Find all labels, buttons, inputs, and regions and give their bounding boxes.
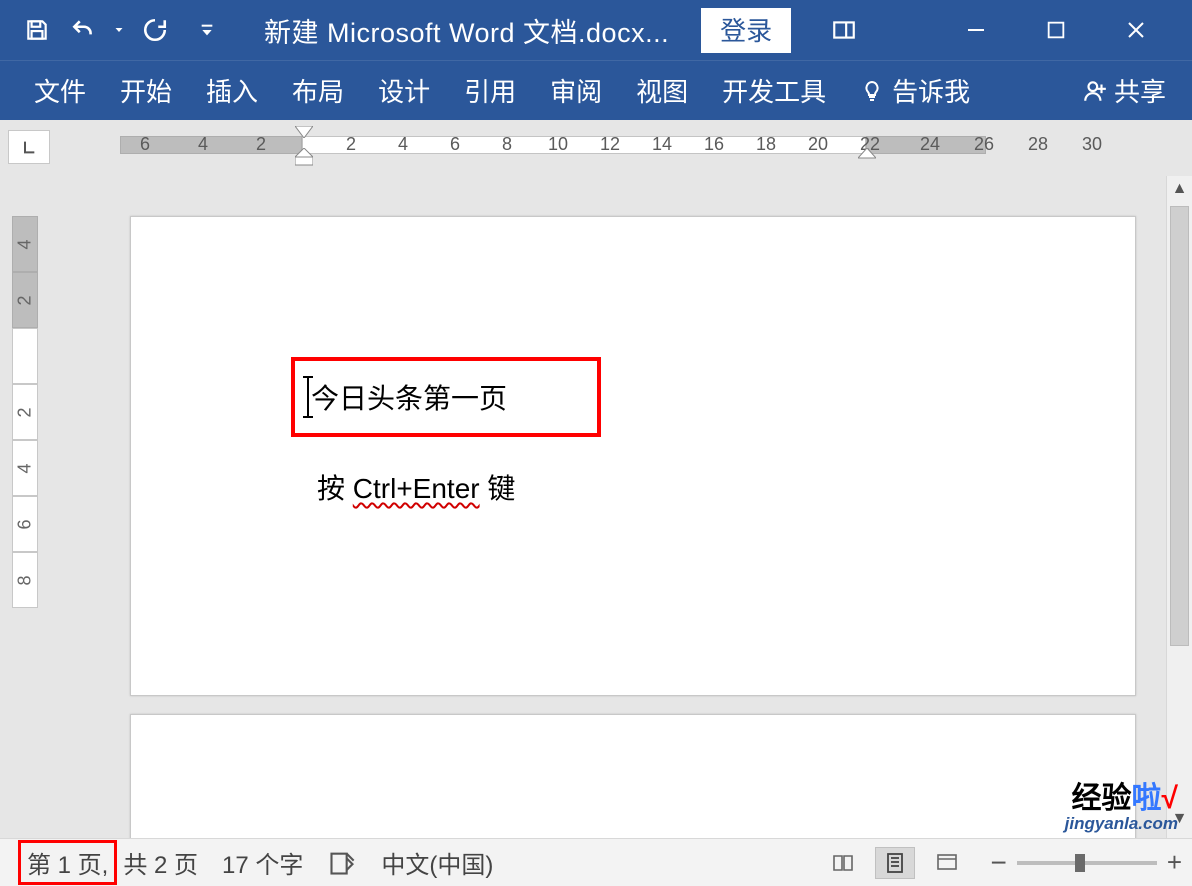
redo-icon[interactable] — [138, 13, 172, 47]
vertical-ruler[interactable]: 4 2 2 4 6 8 — [0, 176, 50, 838]
titlebar: 新建 Microsoft Word 文档.docx... 登录 — [0, 0, 1192, 60]
tab-insert[interactable]: 插入 — [202, 68, 262, 113]
close-icon[interactable] — [1116, 10, 1156, 50]
status-page-current: 第 1 页, — [18, 840, 117, 885]
save-icon[interactable] — [20, 13, 54, 47]
proofing-icon — [327, 849, 357, 877]
ribbon-tabs: 文件 开始 插入 布局 设计 引用 审阅 视图 开发工具 告诉我 共享 — [0, 60, 1192, 120]
status-bar: 第 1 页, 共 2 页 17 个字 中文(中国) − + — [0, 838, 1192, 886]
doc-line2-suffix: 键 — [480, 473, 516, 504]
zoom-slider[interactable]: − + — [990, 847, 1182, 879]
doc-line2-spellerror: Ctrl+Enter — [353, 473, 480, 504]
tab-design[interactable]: 设计 — [374, 68, 434, 113]
undo-dropdown-icon[interactable] — [112, 13, 126, 47]
zoom-handle[interactable] — [1075, 854, 1085, 872]
tell-me[interactable]: 告诉我 — [856, 68, 974, 113]
annotation-box: 今日头条第一页 — [291, 357, 601, 437]
workspace: 4 2 2 4 6 8 今日头条第一页 按 Ctrl+Enter 键 ▲ ▼ — [0, 176, 1192, 838]
horizontal-ruler[interactable]: 6 4 2 2 4 6 8 10 12 14 16 18 20 22 24 26… — [120, 130, 1166, 160]
left-indent-icon[interactable] — [295, 148, 313, 166]
minimize-icon[interactable] — [956, 10, 996, 50]
tab-view[interactable]: 视图 — [632, 68, 692, 113]
read-mode-icon[interactable] — [824, 848, 862, 878]
print-layout-icon[interactable] — [876, 848, 914, 878]
share-button[interactable]: 共享 — [1082, 72, 1166, 109]
watermark: 经验啦√ jingyanla.com — [1065, 782, 1178, 834]
first-line-indent-icon[interactable] — [295, 126, 313, 138]
tab-review[interactable]: 审阅 — [546, 68, 606, 113]
maximize-icon[interactable] — [1036, 10, 1076, 50]
undo-icon[interactable] — [66, 13, 100, 47]
tab-selector[interactable] — [8, 130, 50, 164]
lightbulb-icon — [860, 79, 884, 103]
doc-text-line1[interactable]: 今日头条第一页 — [311, 377, 507, 417]
qat-customize-icon[interactable] — [190, 13, 224, 47]
zoom-out-icon[interactable]: − — [990, 847, 1006, 879]
web-layout-icon[interactable] — [928, 848, 966, 878]
status-page[interactable]: 第 1 页, 共 2 页 — [10, 839, 210, 886]
document-title: 新建 Microsoft Word 文档.docx... — [264, 11, 669, 50]
tab-layout[interactable]: 布局 — [288, 68, 348, 113]
tab-home[interactable]: 开始 — [116, 68, 176, 113]
ruler-row: 6 4 2 2 4 6 8 10 12 14 16 18 20 22 24 26… — [0, 120, 1192, 176]
ruler-numbers: 6 4 2 2 4 6 8 10 12 14 16 18 20 22 24 26… — [120, 134, 1166, 156]
tab-ref[interactable]: 引用 — [460, 68, 520, 113]
zoom-track[interactable] — [1017, 861, 1157, 865]
page-area[interactable]: 今日头条第一页 按 Ctrl+Enter 键 — [50, 176, 1166, 838]
ribbon-display-icon[interactable] — [827, 13, 861, 47]
vertical-scrollbar[interactable]: ▲ ▼ — [1166, 176, 1192, 838]
view-controls: − + — [824, 847, 1182, 879]
scroll-thumb[interactable] — [1170, 206, 1189, 646]
scroll-up-icon[interactable]: ▲ — [1167, 176, 1192, 202]
status-word-count[interactable]: 17 个字 — [210, 839, 315, 886]
text-cursor-icon — [307, 376, 309, 418]
tell-me-label: 告诉我 — [892, 72, 970, 109]
quick-access-toolbar — [20, 13, 224, 47]
tab-file[interactable]: 文件 — [30, 68, 90, 113]
status-page-total: 共 2 页 — [123, 845, 198, 880]
right-indent-icon[interactable] — [858, 148, 876, 162]
doc-text-line2[interactable]: 按 Ctrl+Enter 键 — [317, 467, 515, 507]
zoom-in-icon[interactable]: + — [1167, 847, 1182, 878]
signin-button[interactable]: 登录 — [701, 8, 791, 53]
scroll-track[interactable] — [1167, 202, 1192, 806]
page-2[interactable] — [130, 714, 1136, 838]
status-proofing[interactable] — [315, 839, 369, 886]
doc-line2-prefix: 按 — [317, 473, 353, 504]
page-1[interactable]: 今日头条第一页 按 Ctrl+Enter 键 — [130, 216, 1136, 696]
tab-dev[interactable]: 开发工具 — [718, 68, 830, 113]
status-language[interactable]: 中文(中国) — [369, 839, 505, 886]
share-person-icon — [1082, 78, 1108, 104]
share-label: 共享 — [1114, 72, 1166, 109]
window-controls — [956, 10, 1156, 50]
